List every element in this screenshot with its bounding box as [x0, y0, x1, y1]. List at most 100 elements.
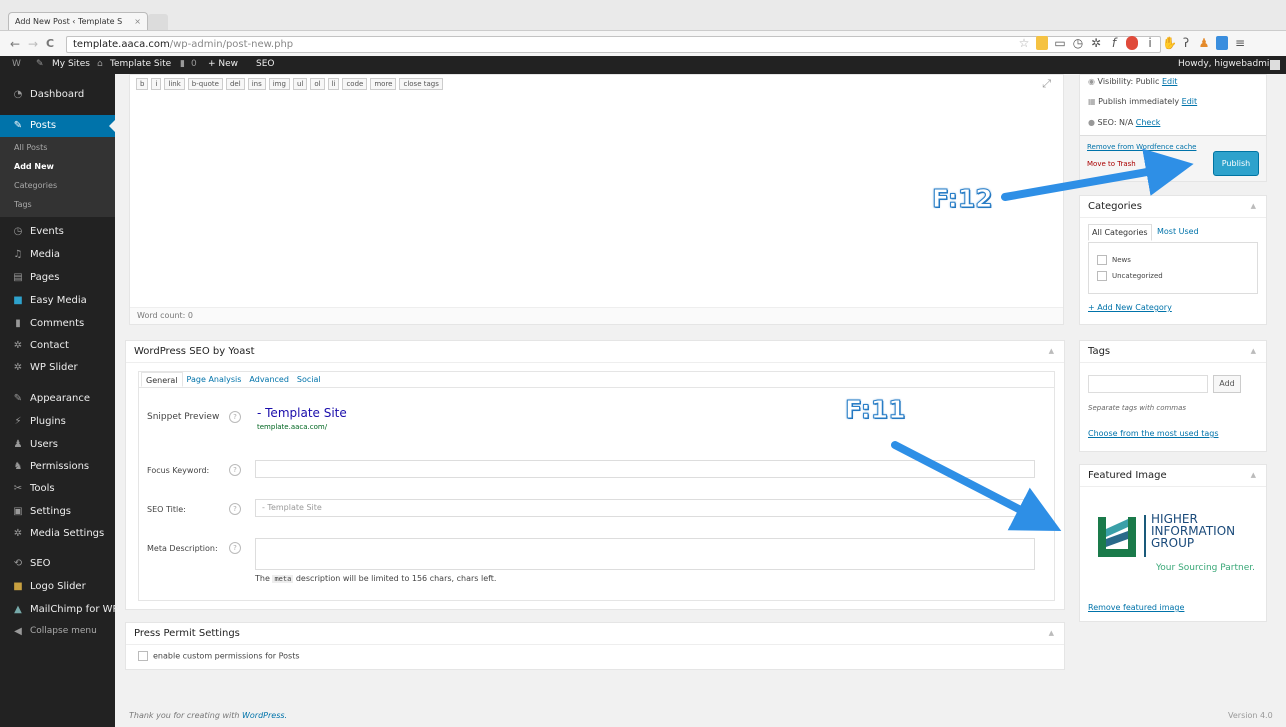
submenu-all-posts[interactable]: All Posts	[14, 143, 47, 152]
tab-page-analysis[interactable]: Page Analysis	[183, 372, 246, 387]
my-sites-link[interactable]: My Sites	[52, 59, 90, 69]
move-to-trash-link[interactable]: Move to Trash	[1087, 160, 1136, 168]
extension-clock-icon[interactable]: ◷	[1072, 36, 1084, 50]
publish-edit-link[interactable]: Edit	[1182, 97, 1198, 106]
fullscreen-icon[interactable]: ⤢	[1042, 77, 1051, 91]
help-icon[interactable]: ?	[229, 503, 241, 515]
extension-blue-icon[interactable]	[1216, 36, 1228, 50]
quicktag-button[interactable]: ins	[247, 78, 266, 90]
menu-wp-slider[interactable]: ✲ WP Slider	[0, 357, 115, 379]
quicktag-button[interactable]: del	[225, 78, 245, 90]
meta-description-textarea[interactable]	[255, 538, 1035, 570]
submenu-add-new[interactable]: Add New	[14, 162, 54, 171]
seo-check-link[interactable]: Check	[1136, 118, 1161, 127]
help-icon[interactable]: ?	[229, 464, 241, 476]
add-tag-button[interactable]: Add	[1213, 375, 1241, 393]
visibility-edit-link[interactable]: Edit	[1162, 77, 1178, 86]
browser-tab[interactable]: Add New Post ‹ Template S ×	[8, 12, 148, 30]
menu-users[interactable]: ♟ Users	[0, 434, 115, 456]
menu-posts[interactable]: ✎ Posts	[0, 115, 115, 137]
menu-permissions[interactable]: ♞ Permissions	[0, 456, 115, 478]
submenu-tags[interactable]: Tags	[14, 200, 32, 209]
category-checkbox[interactable]	[1097, 255, 1107, 265]
menu-tools[interactable]: ✂ Tools	[0, 478, 115, 500]
extension-screen-icon[interactable]: ▭	[1054, 36, 1066, 50]
avatar[interactable]	[1270, 60, 1280, 70]
menu-collapse[interactable]: ◀ Collapse menu	[0, 621, 115, 643]
extension-font-icon[interactable]: f	[1108, 36, 1120, 50]
extension-gear-icon[interactable]: ✲	[1090, 36, 1102, 50]
star-icon[interactable]: ☆	[1018, 36, 1030, 50]
menu-comments[interactable]: ▮ Comments	[0, 313, 115, 335]
toggle-icon[interactable]: ▲	[1251, 347, 1256, 355]
menu-easy-media[interactable]: ■ Easy Media	[0, 290, 115, 312]
quicktag-button[interactable]: close tags	[399, 78, 443, 90]
tab-all-categories[interactable]: All Categories	[1088, 224, 1152, 241]
toggle-icon[interactable]: ▲	[1251, 202, 1256, 210]
extension-hand-icon[interactable]: ✋	[1162, 36, 1177, 50]
menu-logo-slider[interactable]: ■ Logo Slider	[0, 576, 115, 598]
forward-icon[interactable]: →	[28, 37, 38, 51]
tab-close-icon[interactable]: ×	[134, 17, 141, 26]
category-checkbox[interactable]	[1097, 271, 1107, 281]
categories-header[interactable]: Categories ▲	[1080, 196, 1266, 218]
press-permit-header[interactable]: Press Permit Settings ▲	[126, 623, 1064, 645]
help-icon[interactable]: ?	[229, 542, 241, 554]
new-content-link[interactable]: + New	[208, 59, 238, 69]
seo-menu-link[interactable]: SEO	[256, 59, 274, 69]
quicktag-button[interactable]: i	[151, 78, 162, 90]
quicktag-button[interactable]: code	[342, 78, 368, 90]
seo-title-input[interactable]: - Template Site	[255, 499, 1035, 517]
menu-mailchimp[interactable]: ▲ MailChimp for WP	[0, 599, 118, 621]
back-icon[interactable]: ←	[10, 37, 20, 51]
wp-logo-icon[interactable]: W	[12, 59, 21, 69]
menu-contact[interactable]: ✲ Contact	[0, 335, 115, 357]
wordpress-link[interactable]: WordPress.	[242, 711, 287, 720]
add-new-category-link[interactable]: + Add New Category	[1088, 303, 1172, 312]
focus-keyword-input[interactable]	[255, 460, 1035, 478]
remove-cache-link[interactable]: Remove from Wordfence cache	[1087, 143, 1196, 151]
reload-icon[interactable]: C	[46, 37, 54, 50]
extension-red-icon[interactable]	[1126, 36, 1138, 50]
menu-media[interactable]: ♫ Media	[0, 244, 115, 266]
quicktag-button[interactable]: ul	[292, 78, 308, 90]
quicktag-button[interactable]: link	[164, 78, 185, 90]
tab-general[interactable]: General	[141, 372, 183, 387]
menu-media-settings[interactable]: ✲ Media Settings	[0, 523, 115, 545]
extension-ear-icon[interactable]: ʔ	[1180, 36, 1192, 50]
custom-permissions-checkbox[interactable]	[138, 651, 148, 661]
new-tab-button[interactable]	[148, 14, 168, 30]
menu-pages[interactable]: ▤ Pages	[0, 267, 115, 289]
tab-social[interactable]: Social	[293, 372, 325, 387]
editor-textarea[interactable]	[131, 95, 1062, 308]
extension-folder-icon[interactable]	[1036, 36, 1048, 50]
menu-dashboard[interactable]: ◔ Dashboard	[0, 84, 115, 106]
new-tag-input[interactable]	[1088, 375, 1208, 393]
menu-appearance[interactable]: ✎ Appearance	[0, 388, 115, 410]
menu-settings[interactable]: ▣ Settings	[0, 501, 115, 523]
quicktag-button[interactable]: ol	[310, 78, 325, 90]
menu-icon[interactable]: ≡	[1234, 36, 1246, 50]
yoast-header[interactable]: WordPress SEO by Yoast ▲	[126, 341, 1064, 363]
comments-count[interactable]: 0	[191, 59, 197, 69]
tags-header[interactable]: Tags ▲	[1080, 341, 1266, 363]
toggle-icon[interactable]: ▲	[1049, 347, 1054, 355]
extension-info-icon[interactable]: i	[1144, 36, 1156, 50]
featured-image-logo[interactable]: HIGHER INFORMATION GROUP Your Sourcing P…	[1088, 505, 1260, 580]
extension-user-icon[interactable]: ♟	[1198, 36, 1210, 50]
quicktag-button[interactable]: b	[136, 78, 149, 90]
featured-image-header[interactable]: Featured Image ▲	[1080, 465, 1266, 487]
toggle-icon[interactable]: ▲	[1049, 629, 1054, 637]
site-name-link[interactable]: Template Site	[110, 59, 171, 69]
choose-tags-link[interactable]: Choose from the most used tags	[1088, 429, 1219, 438]
quicktag-button[interactable]: more	[370, 78, 397, 90]
tab-advanced[interactable]: Advanced	[245, 372, 293, 387]
menu-events[interactable]: ◷ Events	[0, 221, 115, 243]
remove-featured-image-link[interactable]: Remove featured image	[1088, 603, 1184, 612]
menu-plugins[interactable]: ⚡ Plugins	[0, 411, 115, 433]
submenu-categories[interactable]: Categories	[14, 181, 57, 190]
help-icon[interactable]: ?	[229, 411, 241, 423]
quicktag-button[interactable]: img	[268, 78, 290, 90]
tab-most-used[interactable]: Most Used	[1157, 227, 1199, 236]
publish-button[interactable]: Publish	[1213, 151, 1259, 176]
